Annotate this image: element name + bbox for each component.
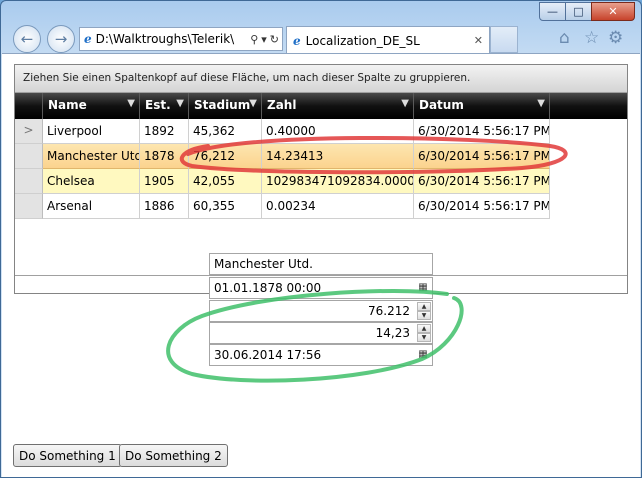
name-field[interactable]: Manchester Utd. (209, 253, 433, 275)
cell-stadium[interactable]: 45,362 (189, 119, 262, 144)
filter-icon[interactable]: ▼ (537, 98, 545, 109)
table-row-hover[interactable]: Chelsea 1905 42,055 102983471092834.0000… (15, 169, 627, 194)
cell-zahl[interactable]: 14.23413 (262, 144, 414, 169)
calendar-icon[interactable]: ▦ (416, 281, 430, 295)
column-header-name[interactable]: Name ▼ (43, 93, 140, 119)
column-header-label: Est. (145, 98, 171, 112)
tab-close-icon[interactable]: ✕ (474, 34, 483, 47)
zahl-spinner[interactable]: ▲ ▼ (417, 324, 431, 342)
column-header-est[interactable]: Est. ▼ (140, 93, 189, 119)
cell-datum[interactable]: 6/30/2014 5:56:17 PM (414, 144, 550, 169)
cell-zahl[interactable]: 0.40000 (262, 119, 414, 144)
spin-up-icon[interactable]: ▲ (417, 302, 431, 311)
page-content: Ziehen Sie einen Spaltenkopf auf diese F… (2, 53, 640, 477)
table-row[interactable]: Arsenal 1886 60,355 0.00234 6/30/2014 5:… (15, 194, 627, 219)
address-bar[interactable]: e D:\Walktroughs\Telerik\ ⚲ ▾ ↻ (79, 27, 283, 51)
table-row-selected[interactable]: Manchester Utd. 1878 76,212 14.23413 6/3… (15, 144, 627, 169)
tab-ie-icon: e (293, 33, 301, 48)
filter-icon[interactable]: ▼ (249, 98, 257, 109)
forward-icon: → (54, 30, 68, 48)
browser-tab[interactable]: e Localization_DE_SL ✕ (286, 26, 490, 54)
spin-down-icon[interactable]: ▼ (417, 311, 431, 320)
column-header-label: Zahl (267, 98, 297, 112)
do-something-1-button[interactable]: Do Something 1 (13, 444, 122, 467)
spin-up-icon[interactable]: ▲ (417, 324, 431, 333)
stadium-numeric-field[interactable]: 76.212 ▲ ▼ (209, 300, 433, 322)
column-header-stadium[interactable]: Stadium ▼ (189, 93, 262, 119)
zahl-numeric-field[interactable]: 14,23 ▲ ▼ (209, 322, 433, 344)
column-header-datum[interactable]: Datum ▼ (414, 93, 550, 119)
minimize-button[interactable]: — (539, 2, 566, 21)
cell-est[interactable]: 1892 (140, 119, 189, 144)
close-button[interactable]: ✕ (591, 2, 635, 21)
datum-date-field[interactable]: 30.06.2014 17:56 ▦ (209, 344, 433, 366)
column-header-zahl[interactable]: Zahl ▼ (262, 93, 414, 119)
window-controls: — □ ✕ (539, 2, 635, 21)
row-indicator (15, 194, 43, 219)
refresh-icon[interactable]: ↻ (270, 33, 279, 46)
stadium-value: 76.212 (368, 304, 410, 318)
cell-stadium[interactable]: 42,055 (189, 169, 262, 194)
cell-name[interactable]: Chelsea (43, 169, 140, 194)
cell-datum[interactable]: 6/30/2014 5:56:17 PM (414, 194, 550, 219)
do-something-2-button[interactable]: Do Something 2 (119, 444, 228, 467)
cell-est[interactable]: 1905 (140, 169, 189, 194)
cell-zahl[interactable]: 0.00234 (262, 194, 414, 219)
filter-icon[interactable]: ▼ (127, 98, 135, 109)
group-panel[interactable]: Ziehen Sie einen Spaltenkopf auf diese F… (15, 65, 627, 93)
favorites-star-icon[interactable]: ☆ (584, 28, 599, 48)
cell-name[interactable]: Liverpool (43, 119, 140, 144)
filter-icon[interactable]: ▼ (401, 98, 409, 109)
dropdown-icon[interactable]: ▾ (261, 33, 267, 46)
cell-stadium[interactable]: 60,355 (189, 194, 262, 219)
cell-zahl[interactable]: 102983471092834.00000 (262, 169, 414, 194)
ie-page-icon: e (84, 32, 92, 46)
established-date-field[interactable]: 01.01.1878 00:00 ▦ (209, 277, 433, 299)
column-header-label: Name (48, 98, 87, 112)
home-icon[interactable]: ⌂ (559, 28, 570, 48)
address-text: D:\Walktroughs\Telerik\ (95, 32, 235, 46)
new-tab-button[interactable] (490, 26, 518, 53)
cell-name[interactable]: Arsenal (43, 194, 140, 219)
stadium-spinner[interactable]: ▲ ▼ (417, 302, 431, 320)
cell-datum[interactable]: 6/30/2014 5:56:17 PM (414, 169, 550, 194)
filter-icon[interactable]: ▼ (176, 98, 184, 109)
maximize-button[interactable]: □ (565, 2, 592, 21)
cell-est[interactable]: 1886 (140, 194, 189, 219)
search-icon[interactable]: ⚲ (250, 33, 258, 46)
table-row[interactable]: > Liverpool 1892 45,362 0.40000 6/30/201… (15, 119, 627, 144)
cell-name[interactable]: Manchester Utd. (43, 144, 140, 169)
grid-header: Name ▼ Est. ▼ Stadium ▼ Zahl ▼ Datum ▼ (15, 93, 627, 119)
zahl-value: 14,23 (375, 326, 410, 340)
forward-button[interactable]: → (47, 25, 75, 53)
header-indicator (15, 93, 43, 119)
spin-down-icon[interactable]: ▼ (417, 333, 431, 342)
settings-gear-icon[interactable]: ⚙ (608, 28, 623, 48)
browser-window: — □ ✕ ← → e D:\Walktroughs\Telerik\ ⚲ ▾ … (0, 0, 642, 478)
back-icon: ← (20, 30, 34, 48)
row-indicator: > (15, 119, 43, 144)
column-header-label: Datum (419, 98, 464, 112)
cell-stadium[interactable]: 76,212 (189, 144, 262, 169)
datum-value: 30.06.2014 17:56 (214, 348, 322, 362)
back-button[interactable]: ← (13, 25, 41, 53)
row-indicator (15, 169, 43, 194)
column-header-label: Stadium (194, 98, 251, 112)
row-indicator (15, 144, 43, 169)
tab-title: Localization_DE_SL (305, 33, 420, 48)
established-date-value: 01.01.1878 00:00 (214, 281, 322, 295)
cell-est[interactable]: 1878 (140, 144, 189, 169)
calendar-icon[interactable]: ▦ (416, 348, 430, 362)
cell-datum[interactable]: 6/30/2014 5:56:17 PM (414, 119, 550, 144)
